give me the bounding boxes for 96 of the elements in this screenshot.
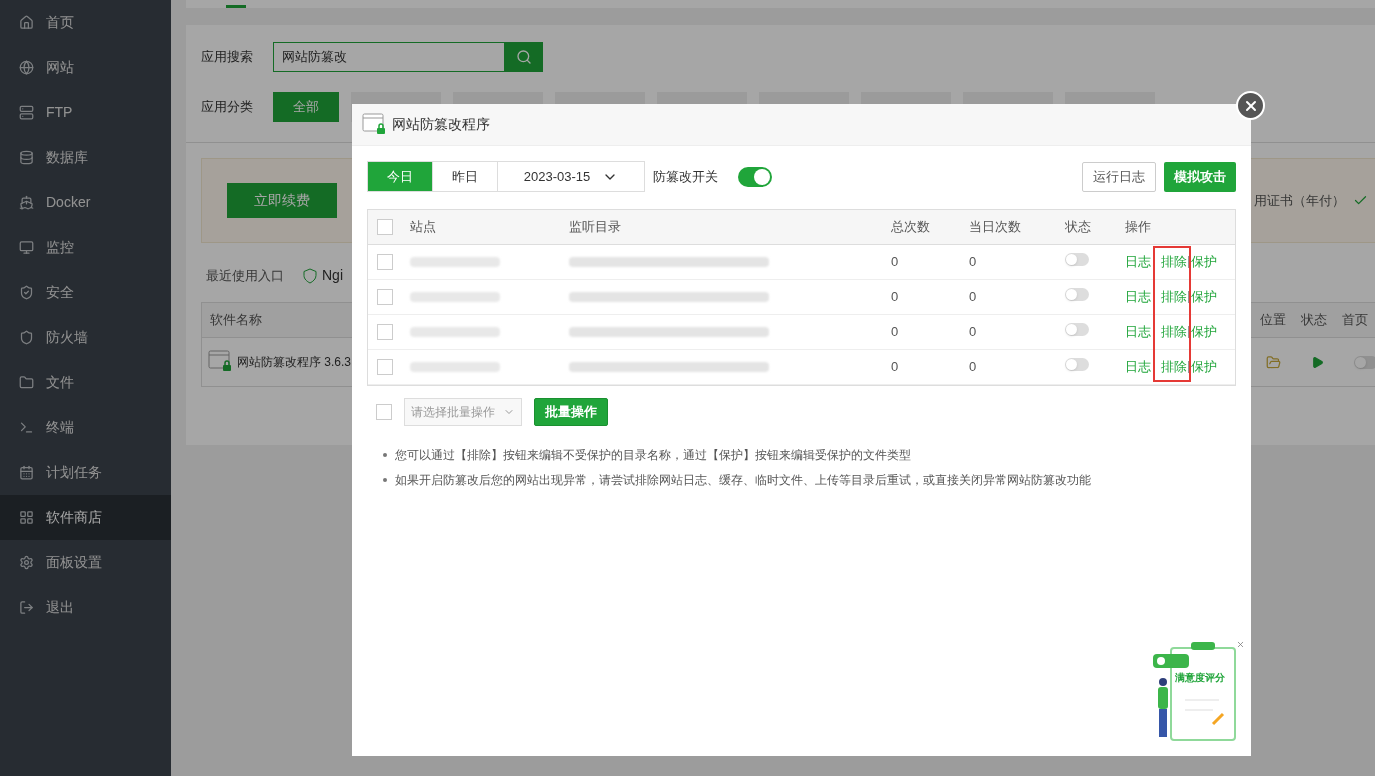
search-label: 应用搜索 bbox=[201, 48, 253, 67]
search-field[interactable]: 网站防篡改 bbox=[273, 42, 505, 72]
sidebar-item[interactable]: FTP bbox=[0, 90, 171, 135]
tip-text: 您可以通过【排除】按钮来编辑不受保护的目录名称，通过【保护】按钮来编辑受保护的文件类型 bbox=[395, 447, 911, 464]
checkbox[interactable] bbox=[377, 359, 393, 375]
action-link[interactable]: 排除 bbox=[1161, 322, 1187, 342]
shield-icon bbox=[302, 267, 318, 284]
total-count: 0 bbox=[891, 253, 900, 272]
menu-item-icon bbox=[19, 375, 34, 390]
action-link[interactable]: 保护 bbox=[1191, 287, 1217, 307]
today-count: 0 bbox=[969, 323, 978, 342]
search-icon bbox=[516, 49, 532, 65]
menu-item-icon bbox=[19, 510, 34, 525]
column-header: 软件名称 bbox=[210, 311, 262, 330]
toggle-switch[interactable] bbox=[1065, 253, 1089, 267]
category-tab[interactable]: 全部 bbox=[273, 92, 339, 122]
action-link[interactable]: 排除 bbox=[1161, 252, 1187, 272]
sidebar-item[interactable]: 软件商店 bbox=[0, 495, 171, 540]
action-link[interactable]: 日志 bbox=[1125, 252, 1151, 272]
action-link[interactable]: 保护 bbox=[1191, 322, 1217, 342]
browser-lock-icon bbox=[208, 350, 234, 374]
menu-item-icon bbox=[19, 600, 34, 615]
column-header: 总次数 bbox=[891, 218, 931, 237]
close-icon bbox=[1236, 640, 1245, 649]
tip-text: 如果开启防篡改后您的网站出现异常，请尝试排除网站日志、缓存、临时文件、上传等目录后重试，或直接关闭异常网站防篡改功能 bbox=[395, 472, 1091, 489]
sidebar-item[interactable]: 首页 bbox=[0, 0, 171, 45]
column-header: 位置 bbox=[1260, 311, 1286, 330]
column-header: 当日次数 bbox=[969, 218, 1022, 237]
total-count: 0 bbox=[891, 323, 900, 342]
column-header: 首页 bbox=[1342, 311, 1368, 330]
action-link[interactable]: 保护 bbox=[1191, 252, 1217, 272]
switch-label: 防篡改开关 bbox=[653, 167, 718, 186]
menu-item-icon bbox=[19, 555, 34, 570]
column-header: 状态 bbox=[1301, 311, 1327, 330]
column-header: 监听目录 bbox=[569, 218, 622, 237]
sidebar-item[interactable]: 监控 bbox=[0, 225, 171, 270]
renew-button[interactable]: 立即续费 bbox=[227, 183, 337, 218]
sidebar-item[interactable]: 文件 bbox=[0, 360, 171, 405]
checkbox[interactable] bbox=[376, 404, 392, 420]
batch-select[interactable]: 请选择批量操作 bbox=[404, 398, 522, 426]
toggle-switch[interactable] bbox=[1354, 355, 1375, 369]
folder-icon bbox=[1266, 354, 1281, 370]
sidebar-item[interactable]: 面板设置 bbox=[0, 540, 171, 585]
checkbox[interactable] bbox=[377, 219, 393, 235]
recent-label: 最近使用入口 bbox=[206, 266, 284, 285]
total-count: 0 bbox=[891, 358, 900, 377]
action-link[interactable]: 保护 bbox=[1191, 357, 1217, 377]
simulate-attack-button[interactable]: 模拟攻击 bbox=[1164, 161, 1236, 192]
toggle-switch[interactable] bbox=[1065, 323, 1089, 337]
rating-label: 满意度评分 bbox=[1175, 671, 1225, 685]
menu-item-icon bbox=[19, 420, 34, 435]
modal-title: 网站防篡改程序 bbox=[392, 115, 490, 134]
menu-item-icon bbox=[19, 240, 34, 255]
menu-item-icon bbox=[19, 150, 34, 165]
action-link[interactable]: 排除 bbox=[1161, 357, 1187, 377]
column-header: 操作 bbox=[1125, 218, 1152, 237]
today-count: 0 bbox=[969, 253, 978, 272]
checkbox[interactable] bbox=[377, 254, 393, 270]
action-link[interactable]: 日志 bbox=[1125, 322, 1151, 342]
run-log-button[interactable]: 运行日志 bbox=[1082, 161, 1156, 192]
sidebar-item[interactable]: 数据库 bbox=[0, 135, 171, 180]
action-link[interactable]: 日志 bbox=[1125, 357, 1151, 377]
column-header: 状态 bbox=[1065, 218, 1092, 237]
recent-app-link[interactable]: Ngi bbox=[322, 265, 343, 286]
browser-lock-icon bbox=[362, 112, 388, 137]
sidebar-item[interactable]: 网站 bbox=[0, 45, 171, 90]
play-icon bbox=[1311, 355, 1324, 369]
menu-item-icon bbox=[19, 330, 34, 345]
category-label: 应用分类 bbox=[201, 98, 253, 117]
total-count: 0 bbox=[891, 288, 900, 307]
sidebar-item[interactable]: 防火墙 bbox=[0, 315, 171, 360]
sidebar-item[interactable]: Docker bbox=[0, 180, 171, 225]
checkbox[interactable] bbox=[377, 289, 393, 305]
toggle-switch[interactable] bbox=[1065, 288, 1089, 302]
menu-item-icon bbox=[19, 465, 34, 480]
software-name: 网站防篡改程序 3.6.3 bbox=[237, 354, 352, 371]
batch-button[interactable]: 批量操作 bbox=[534, 398, 608, 426]
banner-text: 用证书（年付） bbox=[1254, 191, 1345, 210]
menu-item-icon bbox=[19, 60, 34, 75]
sidebar-item[interactable]: 终端 bbox=[0, 405, 171, 450]
toggle-switch[interactable] bbox=[1065, 358, 1089, 372]
sidebar-item[interactable]: 计划任务 bbox=[0, 450, 171, 495]
search-button[interactable] bbox=[505, 42, 543, 72]
sidebar-item[interactable]: 安全 bbox=[0, 270, 171, 315]
today-count: 0 bbox=[969, 288, 978, 307]
action-link[interactable]: 日志 bbox=[1125, 287, 1151, 307]
sidebar-item[interactable]: 退出 bbox=[0, 585, 171, 630]
menu-item-icon bbox=[19, 195, 34, 210]
today-count: 0 bbox=[969, 358, 978, 377]
action-link[interactable]: 排除 bbox=[1161, 287, 1187, 307]
toggle-switch[interactable] bbox=[738, 166, 772, 187]
menu-item-icon bbox=[19, 15, 34, 30]
menu-item-icon bbox=[19, 105, 34, 120]
menu-item-icon bbox=[19, 285, 34, 300]
checkbox[interactable] bbox=[377, 324, 393, 340]
column-header: 站点 bbox=[410, 218, 437, 237]
